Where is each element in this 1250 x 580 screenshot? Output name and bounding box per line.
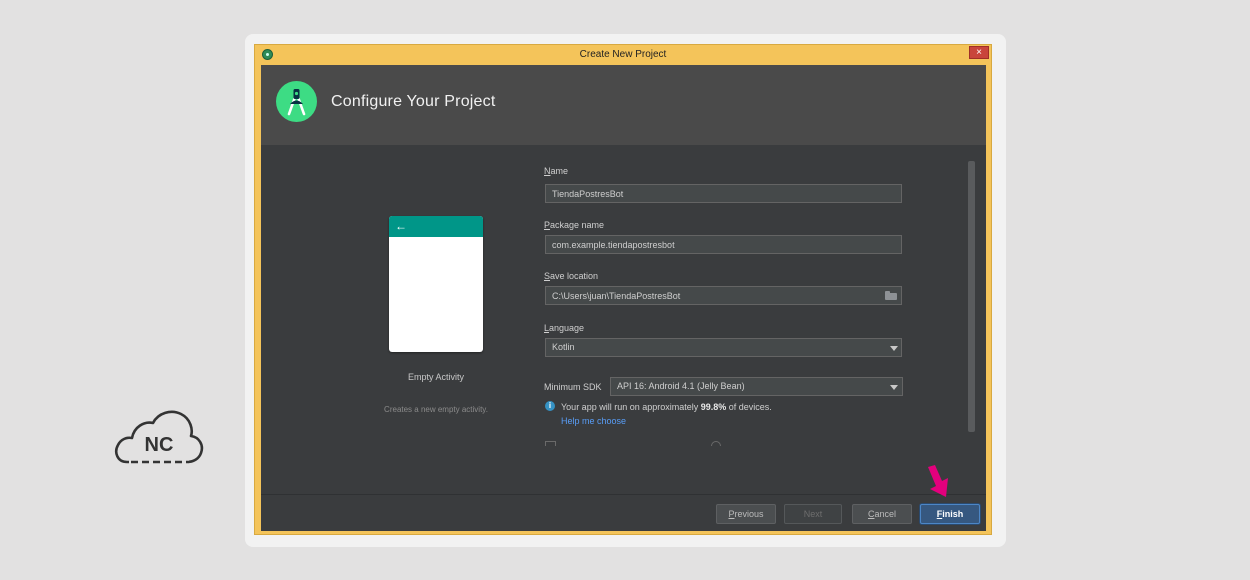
language-chevron-down-icon xyxy=(890,346,898,351)
create-project-window: Create New Project × Configure Your Proj… xyxy=(254,44,992,535)
activity-description: Creates a new empty activity. xyxy=(384,405,488,414)
android-studio-logo-icon xyxy=(276,81,317,122)
finish-button[interactable]: Finish xyxy=(920,504,980,524)
save-location-label: Save location xyxy=(544,271,599,281)
info-icon: i xyxy=(545,401,555,411)
activity-preview: ← xyxy=(389,216,483,352)
save-location-input[interactable] xyxy=(545,286,902,305)
partial-checkbox[interactable] xyxy=(545,441,556,446)
vertical-scrollbar[interactable] xyxy=(968,161,975,432)
activity-name: Empty Activity xyxy=(407,372,464,382)
minimum-sdk-select[interactable]: API 16: Android 4.1 (Jelly Bean) xyxy=(610,377,903,396)
name-label: Name xyxy=(544,166,569,176)
name-input[interactable] xyxy=(545,184,902,203)
highlight-arrow-icon xyxy=(928,465,948,497)
preview-app-bar: ← xyxy=(389,216,483,237)
window-title: Create New Project xyxy=(579,49,667,60)
android-studio-icon xyxy=(262,49,273,60)
sdk-chevron-down-icon xyxy=(890,385,898,390)
minimum-sdk-value: API 16: Android 4.1 (Jelly Bean) xyxy=(617,381,745,391)
page-title: Configure Your Project xyxy=(331,93,496,110)
help-me-choose-link[interactable]: Help me choose xyxy=(561,416,626,426)
dialog-header: Configure Your Project xyxy=(261,65,986,145)
dialog-content: Configure Your Project ← Empty Activity … xyxy=(261,65,986,531)
previous-button[interactable]: Previous xyxy=(716,504,776,524)
device-coverage-text: Your app will run on approximately 99.8%… xyxy=(561,402,772,412)
next-button[interactable]: Next xyxy=(784,504,842,524)
window-titlebar: Create New Project × xyxy=(255,45,991,65)
nc-cloud-logo: NC xyxy=(115,410,204,464)
footer-divider xyxy=(261,494,986,495)
folder-browse-icon[interactable] xyxy=(885,291,897,300)
close-button[interactable]: × xyxy=(969,46,989,59)
nc-logo-text: NC xyxy=(145,434,174,456)
minimum-sdk-label: Minimum SDK xyxy=(544,382,602,392)
back-arrow-icon: ← xyxy=(395,219,407,233)
language-select[interactable]: Kotlin xyxy=(545,338,902,357)
language-label: Language xyxy=(544,323,585,333)
package-name-label: Package name xyxy=(544,220,605,230)
cancel-button[interactable]: Cancel xyxy=(852,504,912,524)
language-value: Kotlin xyxy=(552,342,575,352)
package-name-input[interactable] xyxy=(545,235,902,254)
partial-radio[interactable] xyxy=(711,441,721,446)
